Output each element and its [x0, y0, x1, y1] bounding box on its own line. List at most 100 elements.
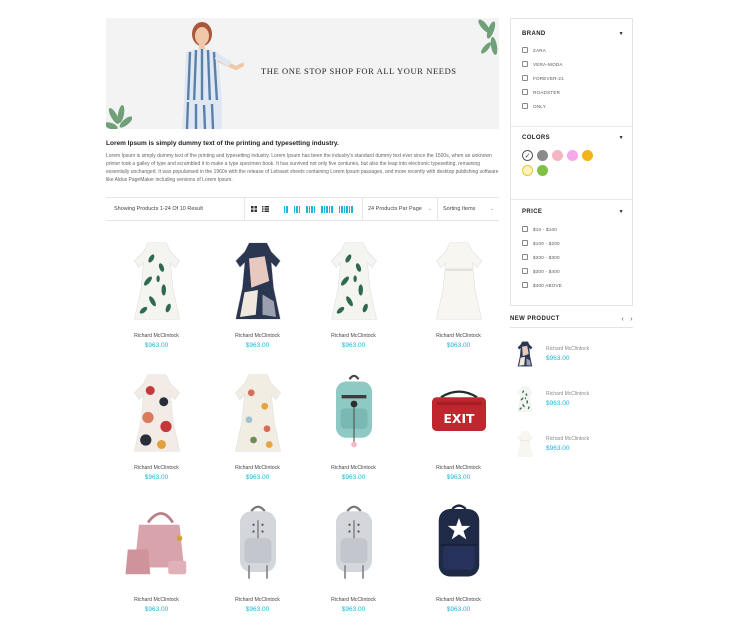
grid-view-icon[interactable]	[250, 206, 257, 212]
price-filter-header[interactable]: PRICE ▼	[522, 209, 624, 215]
price-checkbox-item[interactable]: $200 - $300	[522, 250, 624, 264]
color-filter-title: COLORS	[522, 135, 551, 141]
brand-filter-header[interactable]: BRAND ▼	[522, 31, 624, 37]
checkbox[interactable]	[522, 89, 528, 95]
price-checkbox-item[interactable]: $10 - $100	[522, 222, 624, 236]
checkbox[interactable]	[522, 240, 528, 246]
product-price: $963.00	[341, 342, 366, 349]
check-icon: ✓	[524, 152, 531, 160]
brand-label: ZARA	[533, 47, 547, 53]
product-image[interactable]	[303, 368, 404, 458]
brand-checkbox-item[interactable]: ZARA	[522, 43, 624, 57]
five-column-icon[interactable]	[321, 205, 333, 213]
chevron-right-icon[interactable]: ›	[630, 316, 633, 327]
product-card[interactable]: Richard McClintock $963.00	[207, 368, 308, 481]
product-name[interactable]: Richard McClintock	[408, 333, 509, 339]
product-card[interactable]: Richard McClintock $963.00	[408, 236, 509, 349]
product-image[interactable]	[106, 368, 207, 458]
product-card[interactable]: Richard McClintock $963.00	[106, 500, 207, 613]
product-name[interactable]: Richard McClintock	[106, 333, 207, 339]
brand-checkbox-item[interactable]: ONLY	[522, 99, 624, 113]
price-checkbox-item[interactable]: $400 ABOVE	[522, 278, 624, 292]
per-page-select[interactable]: 24 Products Par Page ⌄	[362, 198, 437, 220]
product-image[interactable]	[303, 236, 404, 326]
sorting-select[interactable]: Sorting Items ⌄	[437, 198, 499, 220]
new-product-thumbnail[interactable]	[514, 335, 536, 373]
product-image[interactable]: EXIT	[408, 368, 509, 458]
color-swatch[interactable]: ✓	[522, 150, 533, 161]
product-name[interactable]: Richard McClintock	[106, 597, 207, 603]
product-name[interactable]: Richard McClintock	[408, 597, 509, 603]
checkbox[interactable]	[522, 103, 528, 109]
brand-checkbox-item[interactable]: ROADSTER	[522, 85, 624, 99]
new-product-item[interactable]: Richard McClintock $963.00	[514, 334, 624, 374]
new-product-item[interactable]: Richard McClintock $963.00	[514, 379, 624, 419]
brand-label: ROADSTER	[533, 89, 561, 95]
color-swatches: ✓	[522, 150, 602, 176]
color-filter: COLORS ▼ ✓	[522, 135, 624, 176]
six-column-icon[interactable]	[338, 205, 353, 213]
new-product-thumbnail[interactable]	[514, 380, 536, 418]
product-image[interactable]	[207, 236, 308, 326]
color-swatch[interactable]	[582, 150, 593, 161]
product-image[interactable]	[303, 500, 404, 590]
new-product-thumbnail[interactable]	[514, 425, 536, 463]
checkbox[interactable]	[522, 226, 528, 232]
brand-checkbox-item[interactable]: FOREVER-21	[522, 71, 624, 85]
product-name[interactable]: Richard McClintock	[207, 333, 308, 339]
color-swatch[interactable]	[537, 165, 548, 176]
product-image[interactable]	[106, 500, 207, 590]
two-column-icon[interactable]	[283, 205, 288, 213]
product-name[interactable]: Richard McClintock	[408, 465, 509, 471]
product-image[interactable]	[408, 236, 509, 326]
product-name[interactable]: Richard McClintock	[303, 465, 404, 471]
checkbox[interactable]	[522, 268, 528, 274]
new-product-price: $963.00	[546, 400, 570, 407]
checkbox[interactable]	[522, 75, 528, 81]
price-list: $10 - $100 $100 - $200 $200 - $300 $300 …	[522, 222, 624, 292]
price-label: $300 - $400	[533, 268, 560, 274]
new-product-name[interactable]: Richard McClintock	[546, 436, 589, 442]
chevron-left-icon[interactable]: ‹	[622, 316, 625, 327]
product-image[interactable]	[207, 368, 308, 458]
product-image[interactable]	[106, 236, 207, 326]
checkbox[interactable]	[522, 61, 528, 67]
price-checkbox-item[interactable]: $300 - $400	[522, 264, 624, 278]
product-name[interactable]: Richard McClintock	[106, 465, 207, 471]
new-product-item[interactable]: Richard McClintock $963.00	[514, 424, 624, 464]
new-product-name[interactable]: Richard McClintock	[546, 391, 589, 397]
color-swatch[interactable]	[552, 150, 563, 161]
product-name[interactable]: Richard McClintock	[303, 333, 404, 339]
brand-checkbox-item[interactable]: VERA-MODA	[522, 57, 624, 71]
product-image[interactable]	[408, 500, 509, 590]
brand-label: FOREVER-21	[533, 75, 564, 81]
new-product-name[interactable]: Richard McClintock	[546, 346, 589, 352]
price-checkbox-item[interactable]: $100 - $200	[522, 236, 624, 250]
product-card[interactable]: Richard McClintock $963.00	[408, 500, 509, 613]
checkbox[interactable]	[522, 47, 528, 53]
filter-sidebar: BRAND ▼ ZARA VERA-MODA FOREVER-21 ROADST…	[510, 18, 633, 306]
checkbox[interactable]	[522, 282, 528, 288]
four-column-icon[interactable]	[306, 205, 315, 213]
product-card[interactable]: Richard McClintock $963.00	[207, 236, 308, 349]
product-name[interactable]: Richard McClintock	[207, 597, 308, 603]
color-swatch[interactable]	[537, 150, 548, 161]
product-name[interactable]: Richard McClintock	[303, 597, 404, 603]
checkbox[interactable]	[522, 254, 528, 260]
product-image[interactable]	[207, 500, 308, 590]
three-column-icon[interactable]	[293, 205, 300, 213]
list-view-icon[interactable]	[261, 206, 269, 212]
color-swatch[interactable]	[522, 165, 533, 176]
product-card[interactable]: Richard McClintock $963.00	[303, 368, 404, 481]
color-filter-header[interactable]: COLORS ▼	[522, 135, 624, 141]
product-card[interactable]: Richard McClintock $963.00	[303, 500, 404, 613]
product-name[interactable]: Richard McClintock	[207, 465, 308, 471]
product-card[interactable]: Richard McClintock $963.00	[207, 500, 308, 613]
product-card[interactable]: Richard McClintock $963.00	[106, 236, 207, 349]
product-card[interactable]: Richard McClintock $963.00	[303, 236, 404, 349]
product-card[interactable]: EXIT Richard McClintock $963.00	[408, 368, 509, 481]
sorting-label: Sorting Items	[443, 206, 476, 212]
product-card[interactable]: Richard McClintock $963.00	[106, 368, 207, 481]
chevron-down-icon: ⌄	[427, 206, 432, 212]
color-swatch[interactable]	[567, 150, 578, 161]
